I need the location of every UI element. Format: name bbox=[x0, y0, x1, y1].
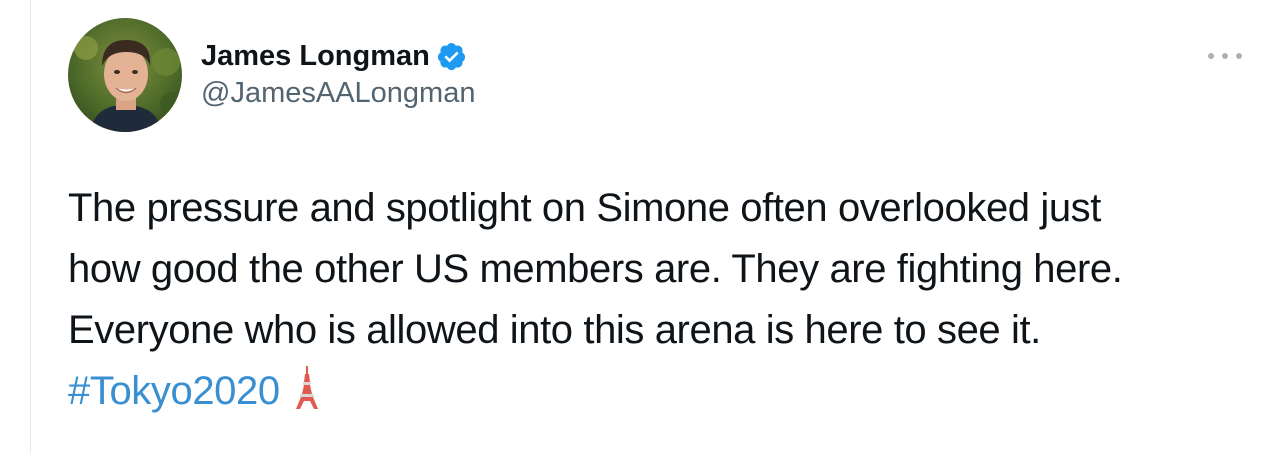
author-name-row[interactable]: James Longman bbox=[201, 37, 467, 75]
timeline-border bbox=[30, 0, 31, 453]
avatar[interactable] bbox=[68, 18, 182, 132]
verified-badge-icon bbox=[436, 41, 467, 72]
tweet-text-line: how good the other US members are. They … bbox=[68, 247, 1123, 291]
more-dot bbox=[1208, 53, 1214, 59]
profile-photo bbox=[68, 18, 182, 132]
more-dot bbox=[1222, 53, 1228, 59]
more-dot bbox=[1236, 53, 1242, 59]
tweet-hashtag-line: #Tokyo2020 bbox=[68, 361, 1258, 422]
hashtag-link[interactable]: #Tokyo2020 bbox=[68, 369, 280, 413]
tweet-text-line: Everyone who is allowed into this arena … bbox=[68, 308, 1041, 352]
author-handle[interactable]: @JamesAALongman bbox=[201, 77, 475, 110]
tokyo-tower-icon bbox=[292, 364, 322, 410]
author-display-name[interactable]: James Longman bbox=[201, 40, 430, 73]
more-options-icon[interactable] bbox=[1208, 45, 1242, 67]
tweet-text: The pressure and spotlight on Simone oft… bbox=[68, 178, 1258, 422]
tweet-text-line: The pressure and spotlight on Simone oft… bbox=[68, 186, 1101, 230]
